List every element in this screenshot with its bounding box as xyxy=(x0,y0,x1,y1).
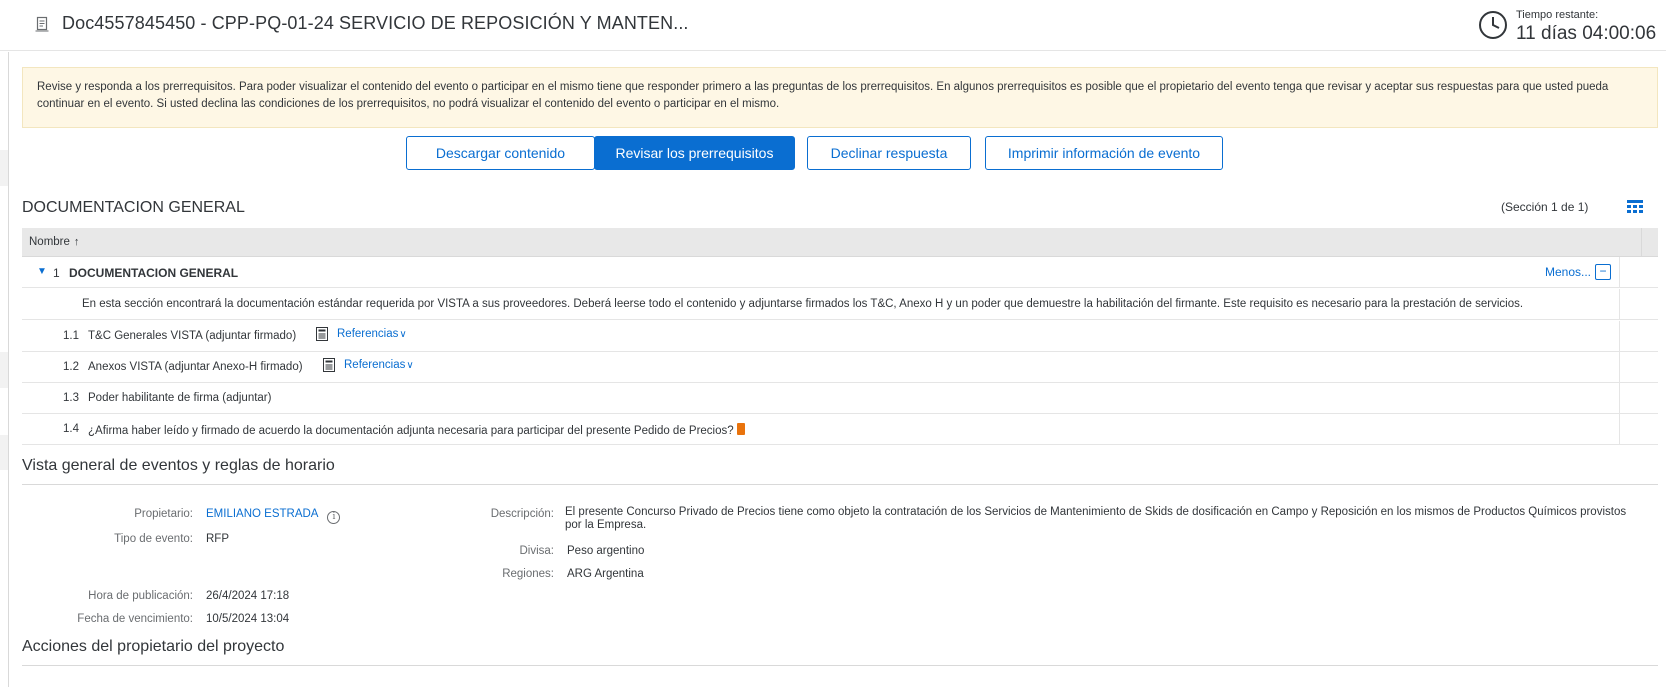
column-divider xyxy=(1619,414,1620,444)
chevron-down-icon: ∨ xyxy=(399,328,407,340)
owner-label: Propietario: xyxy=(134,508,193,520)
item-label: T&C Generales VISTA (adjuntar firmado) xyxy=(88,330,297,342)
regions-value: ARG Argentina xyxy=(567,568,644,580)
section-title: DOCUMENTACION GENERAL xyxy=(22,199,245,216)
sort-ascending-icon: ↑ xyxy=(73,236,80,248)
group-title: DOCUMENTACION GENERAL xyxy=(69,266,239,280)
table-group-row: ▼ 1 DOCUMENTACION GENERAL Menos... − xyxy=(22,257,1658,288)
column-header-label: Nombre xyxy=(29,236,70,248)
divider xyxy=(22,484,1658,485)
section-count: (Sección 1 de 1) xyxy=(1501,200,1589,214)
references-dropdown[interactable]: Referencias ∨ xyxy=(316,327,407,341)
event-type-label: Tipo de evento: xyxy=(114,533,193,545)
attachment-document-icon xyxy=(316,327,328,341)
item-label: Poder habilitante de firma (adjuntar) xyxy=(88,392,272,404)
print-event-info-button[interactable]: Imprimir información de evento xyxy=(985,136,1223,170)
prerequisites-notice: Revise y responda a los prerrequisitos. … xyxy=(22,67,1658,128)
table-row: 1.1 T&C Generales VISTA (adjuntar firmad… xyxy=(22,321,1658,352)
publish-time-label: Hora de publicación: xyxy=(88,590,193,602)
due-date-value: 10/5/2024 13:04 xyxy=(206,613,290,625)
clock-icon xyxy=(1479,11,1507,39)
group-description-row: En esta sección encontrará la documentac… xyxy=(22,289,1658,320)
table-options-icon[interactable] xyxy=(1627,200,1643,213)
page-header: Doc4557845450 - CPP-PQ-01-24 SERVICIO DE… xyxy=(0,0,1666,51)
owner-value: EMILIANO ESTRADA i xyxy=(206,508,341,524)
column-divider xyxy=(1619,289,1620,319)
column-divider xyxy=(1641,228,1642,257)
left-edge-strip xyxy=(0,52,9,687)
left-strip-mark xyxy=(0,150,8,186)
item-number: 1.2 xyxy=(63,361,79,373)
overview-title: Vista general de eventos y reglas de hor… xyxy=(22,457,335,474)
page-title: Doc4557845450 - CPP-PQ-01-24 SERVICIO DE… xyxy=(62,13,689,33)
item-label-wrap: ¿Afirma haber leído y firmado de acuerdo… xyxy=(88,423,745,437)
owner-actions-title: Acciones del propietario del proyecto xyxy=(22,638,285,655)
less-link[interactable]: Menos... xyxy=(1545,265,1591,279)
attachment-document-icon xyxy=(323,358,335,372)
table-row: 1.4 ¿Afirma haber leído y firmado de acu… xyxy=(22,414,1658,445)
column-divider xyxy=(1619,383,1620,413)
review-prerequisites-button[interactable]: Revisar los prerrequisitos xyxy=(594,136,795,170)
table-row: 1.3 Poder habilitante de firma (adjuntar… xyxy=(22,383,1658,414)
item-number: 1.4 xyxy=(63,423,79,435)
currency-label: Divisa: xyxy=(519,545,554,557)
decline-response-button[interactable]: Declinar respuesta xyxy=(807,136,971,170)
owner-link[interactable]: EMILIANO ESTRADA xyxy=(206,508,318,520)
left-strip-mark xyxy=(0,352,8,388)
collapse-toggle-icon[interactable]: ▼ xyxy=(37,266,47,277)
item-number: 1.3 xyxy=(63,392,79,404)
currency-value: Peso argentino xyxy=(567,545,645,557)
required-flag-icon xyxy=(736,423,745,435)
description-value: El presente Concurso Privado de Precios … xyxy=(565,506,1627,531)
info-icon[interactable]: i xyxy=(327,511,341,524)
item-number: 1.1 xyxy=(63,330,79,342)
left-strip-mark xyxy=(0,435,8,470)
references-link[interactable]: Referencias xyxy=(344,359,405,371)
time-remaining-value: 11 días 04:00:06 xyxy=(1516,23,1657,44)
table-header: Nombre ↑ xyxy=(22,228,1658,257)
column-divider xyxy=(1619,352,1620,382)
group-number: 1 xyxy=(53,266,60,280)
download-content-button[interactable]: Descargar contenido xyxy=(406,136,595,170)
event-type-value: RFP xyxy=(206,533,229,545)
time-remaining-label: Tiempo restante: xyxy=(1516,9,1599,21)
collapse-minus-button[interactable]: − xyxy=(1595,264,1611,280)
group-description: En esta sección encontrará la documentac… xyxy=(82,298,1524,310)
description-label: Descripción: xyxy=(490,508,554,520)
item-label: ¿Afirma haber leído y firmado de acuerdo… xyxy=(88,425,734,437)
chevron-down-icon: ∨ xyxy=(406,359,414,371)
regions-label: Regiones: xyxy=(502,568,554,580)
document-icon xyxy=(35,16,49,32)
column-divider xyxy=(1619,321,1620,351)
due-date-label: Fecha de vencimiento: xyxy=(77,613,193,625)
publish-time-value: 26/4/2024 17:18 xyxy=(206,590,290,602)
table-row: 1.2 Anexos VISTA (adjuntar Anexo-H firma… xyxy=(22,352,1658,383)
column-divider xyxy=(1619,257,1620,287)
references-dropdown[interactable]: Referencias ∨ xyxy=(323,358,414,372)
references-link[interactable]: Referencias xyxy=(337,328,398,340)
divider xyxy=(22,665,1658,666)
item-label: Anexos VISTA (adjuntar Anexo-H firmado) xyxy=(88,361,303,373)
column-header-name[interactable]: Nombre ↑ xyxy=(29,236,79,248)
